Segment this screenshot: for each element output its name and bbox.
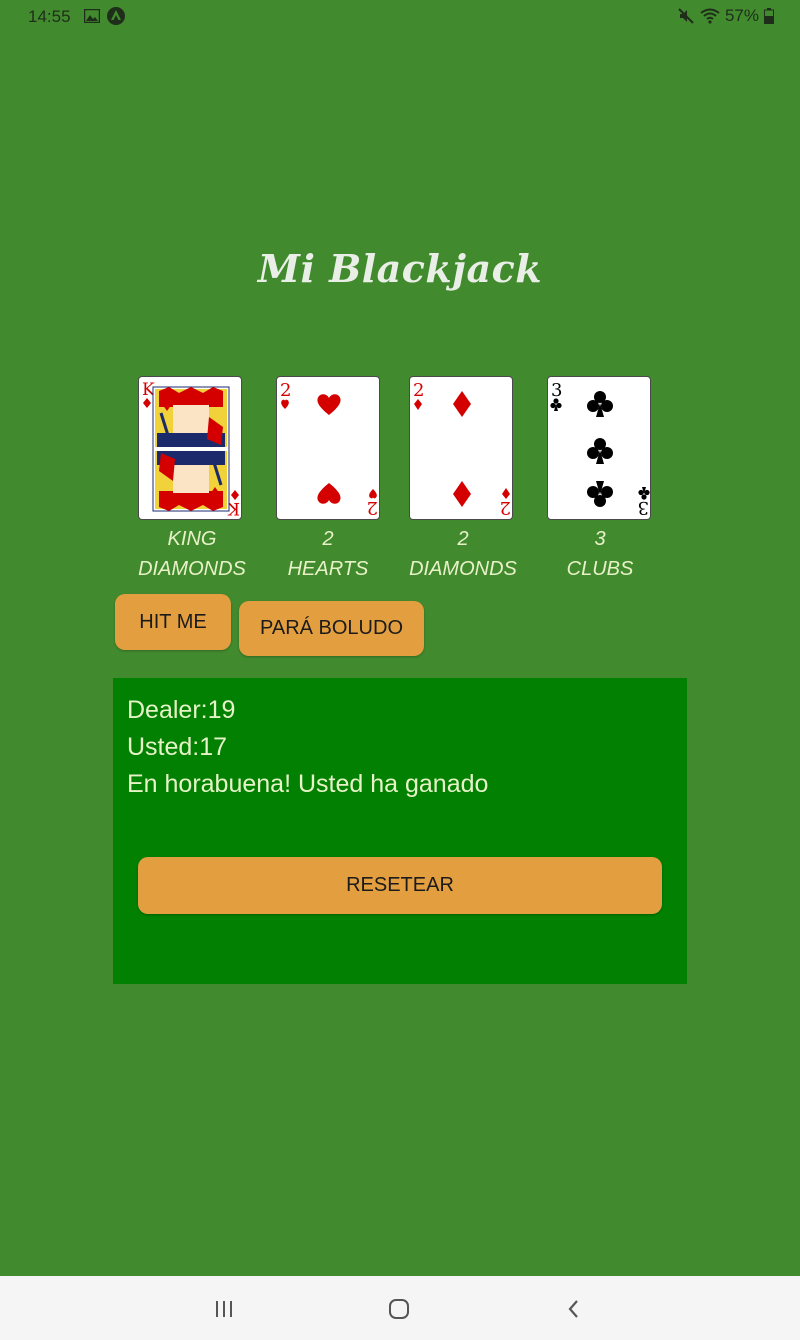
- card-two-hearts: 2 2: [276, 376, 380, 520]
- battery-icon: [764, 8, 774, 24]
- card-label: 2 HEARTS: [258, 524, 398, 584]
- card-two-diamonds: 2 2: [409, 376, 513, 520]
- app-title: Mi Blackjack: [257, 246, 543, 291]
- hit-me-button[interactable]: HIT ME: [115, 594, 231, 650]
- mute-icon: [677, 7, 695, 25]
- svg-text:2: 2: [280, 380, 291, 401]
- card-rank: 2: [322, 528, 334, 550]
- result-message: En horabuena! Usted ha ganado: [127, 770, 489, 798]
- image-icon: [83, 8, 101, 24]
- svg-text:3: 3: [638, 497, 649, 518]
- svg-text:2: 2: [367, 497, 378, 518]
- card-king-diamonds: K K: [138, 376, 242, 520]
- card-rank: 2: [457, 528, 469, 550]
- card-suit: DIAMONDS: [138, 558, 246, 580]
- battery-percent: 57%: [724, 6, 759, 25]
- card-three-clubs: 3 3: [547, 376, 651, 520]
- wifi-icon: [700, 8, 720, 24]
- card-rank: KING: [167, 528, 217, 550]
- home-icon[interactable]: [384, 1294, 414, 1324]
- player-score: Usted:17: [127, 733, 228, 761]
- card-rank: 3: [594, 528, 606, 550]
- dealer-score: Dealer:19: [127, 696, 236, 724]
- card-label: 2 DIAMONDS: [393, 524, 533, 584]
- card-suit: CLUBS: [566, 558, 634, 580]
- card-label: 3 CLUBS: [530, 524, 670, 584]
- svg-text:3: 3: [551, 380, 562, 401]
- recent-apps-icon[interactable]: [209, 1294, 239, 1324]
- svg-text:2: 2: [500, 497, 511, 518]
- card-suit: HEARTS: [287, 558, 369, 580]
- app-notification-icon: [107, 7, 125, 25]
- reset-button[interactable]: RESETEAR: [138, 857, 662, 914]
- status-time: 14:55: [28, 7, 71, 26]
- card-label: KING DIAMONDS: [122, 524, 262, 584]
- system-nav-bar: [0, 1276, 800, 1340]
- status-bar: 14:55 57%: [0, 0, 800, 34]
- result-panel: Dealer:19 Usted:17 En horabuena! Usted h…: [113, 678, 687, 984]
- stand-button[interactable]: PARÁ BOLUDO: [239, 601, 424, 656]
- svg-text:2: 2: [413, 380, 424, 401]
- card-suit: DIAMONDS: [409, 558, 517, 580]
- back-icon[interactable]: [559, 1294, 589, 1324]
